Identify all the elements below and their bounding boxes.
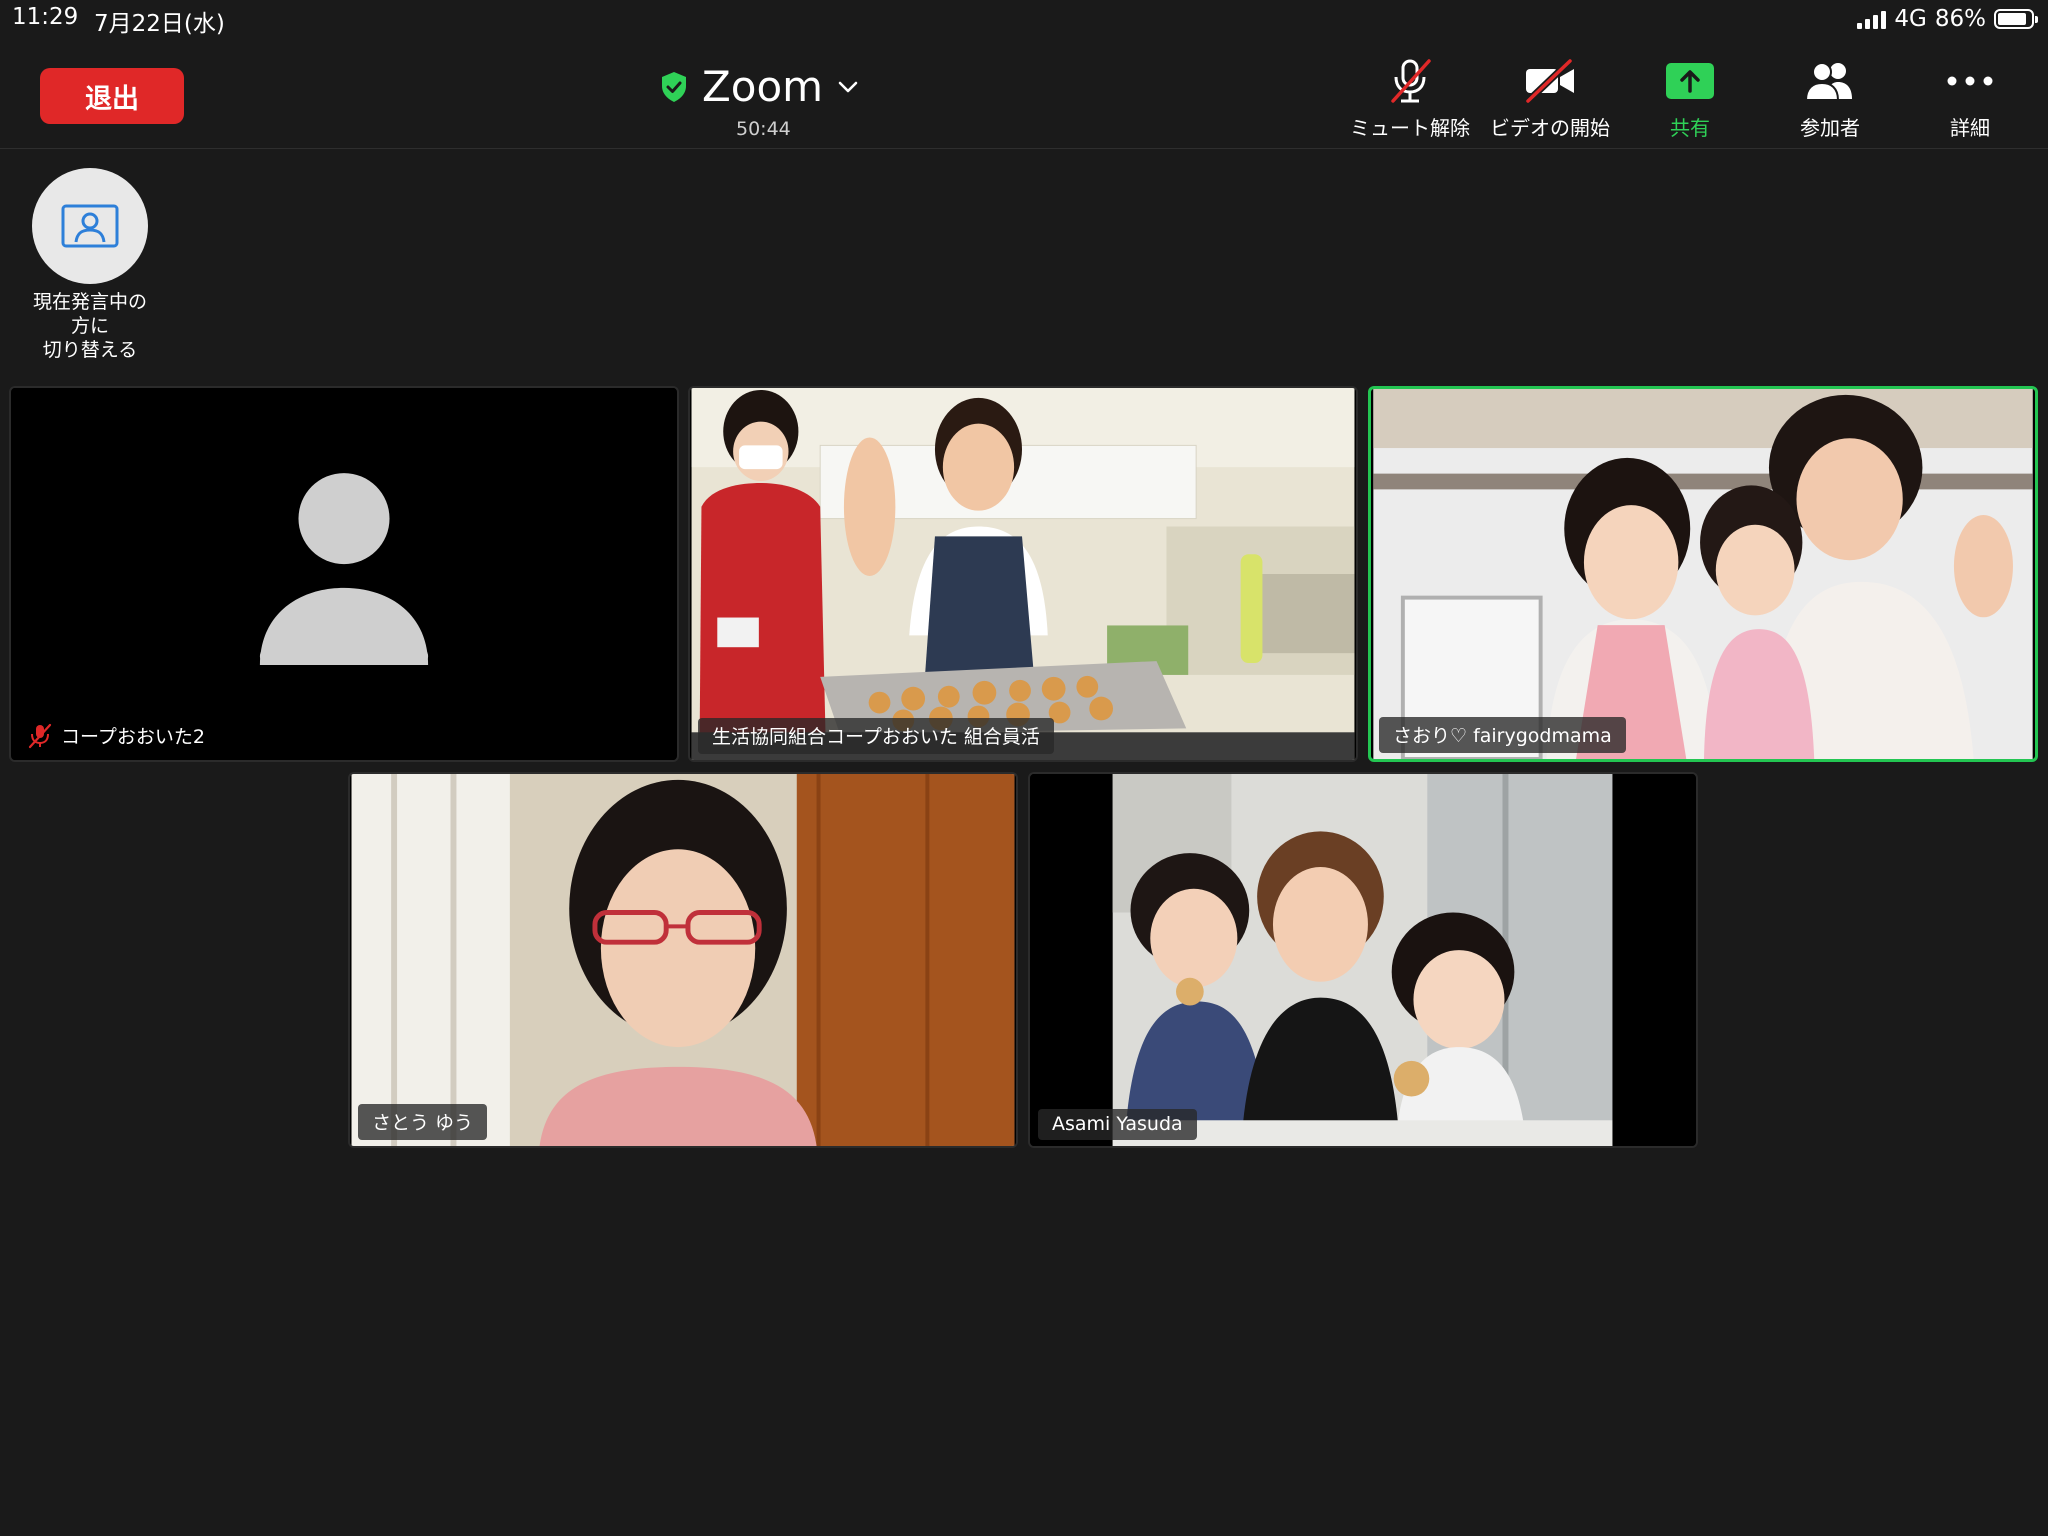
encryption-shield-icon — [662, 71, 686, 102]
meeting-title-dropdown[interactable]: Zoom — [660, 62, 859, 111]
cellular-signal-icon — [1857, 9, 1887, 29]
battery-cap — [2035, 16, 2038, 23]
active-speaker-label: 現在発言中の 方に 切り替える — [32, 291, 147, 361]
more-button[interactable]: 詳細 — [1900, 58, 2040, 141]
participant-video — [691, 388, 1355, 760]
leave-button[interactable]: 退出 — [40, 68, 184, 124]
chevron-down-icon — [838, 81, 858, 92]
start-video-button[interactable]: ビデオの開始 — [1480, 58, 1620, 141]
share-screen-icon — [1666, 63, 1714, 99]
participant-name-tag: 生活協同組合コープおおいた 組合員活 — [698, 718, 1054, 754]
zoom-meeting-screen: 11:29 7月22日(水) 4G 86% 退出 Zoom 50:44 ミュート… — [0, 0, 2048, 1536]
video-camera-off-icon — [1525, 58, 1574, 104]
participant-name-tag: さとう ゆう — [358, 1104, 488, 1140]
active-speaker-view-icon — [32, 168, 148, 284]
switch-to-active-speaker-button[interactable]: 現在発言中の 方に 切り替える — [22, 168, 158, 362]
meeting-title: Zoom — [702, 62, 824, 111]
more-dots-icon — [1947, 76, 1993, 86]
participants-button[interactable]: 参加者 — [1760, 58, 1900, 141]
participant-tile[interactable]: 生活協同組合コープおおいた 組合員活 — [688, 386, 1358, 762]
start-video-label: ビデオの開始 — [1490, 116, 1610, 140]
participant-name: さおり♡ fairygodmama — [1393, 725, 1612, 747]
participant-name-tag: コープおおいた2 — [19, 718, 219, 754]
battery-icon — [1994, 9, 2038, 29]
participant-name: コープおおいた2 — [61, 726, 205, 748]
avatar-placeholder-icon — [12, 388, 676, 760]
participant-video — [1373, 389, 2033, 759]
microphone-muted-icon — [1391, 59, 1431, 103]
status-indicators: 4G 86% — [1857, 6, 2038, 32]
participant-name: さとう ゆう — [372, 1112, 474, 1134]
status-date: 7月22日(水) — [94, 11, 225, 37]
meeting-timer: 50:44 — [736, 118, 791, 140]
meeting-toolbar: 退出 Zoom 50:44 ミュート解除 ビデオの開始 共有 参加者 詳細 — [0, 40, 2048, 149]
participant-name: 生活協同組合コープおおいた 組合員活 — [712, 726, 1040, 748]
participant-tile[interactable]: さとう ゆう — [348, 772, 1018, 1148]
unmute-button[interactable]: ミュート解除 — [1340, 58, 1480, 141]
status-bar: 11:29 7月22日(水) 4G 86% — [0, 0, 2048, 40]
participant-name-tag: Asami Yasuda — [1038, 1109, 1197, 1140]
participant-tile[interactable]: Asami Yasuda — [1028, 772, 1698, 1148]
participant-tile-active-speaker[interactable]: さおり♡ fairygodmama — [1368, 386, 2038, 762]
battery-percent: 86% — [1934, 6, 1986, 32]
participants-icon — [1804, 62, 1852, 101]
microphone-muted-icon — [28, 723, 52, 748]
participants-label: 参加者 — [1800, 116, 1860, 140]
battery-fill — [1998, 13, 2026, 25]
participant-video — [351, 774, 1015, 1146]
share-button[interactable]: 共有 — [1620, 58, 1760, 141]
status-time: 11:29 — [12, 4, 79, 30]
network-type: 4G — [1894, 6, 1927, 32]
participant-tile[interactable]: コープおおいた2 — [9, 386, 679, 762]
participant-video — [1031, 774, 1695, 1146]
participant-name: Asami Yasuda — [1052, 1113, 1183, 1135]
participant-name-tag: さおり♡ fairygodmama — [1379, 717, 1626, 753]
share-label: 共有 — [1670, 116, 1710, 140]
unmute-label: ミュート解除 — [1350, 116, 1470, 140]
more-label: 詳細 — [1950, 116, 1990, 140]
